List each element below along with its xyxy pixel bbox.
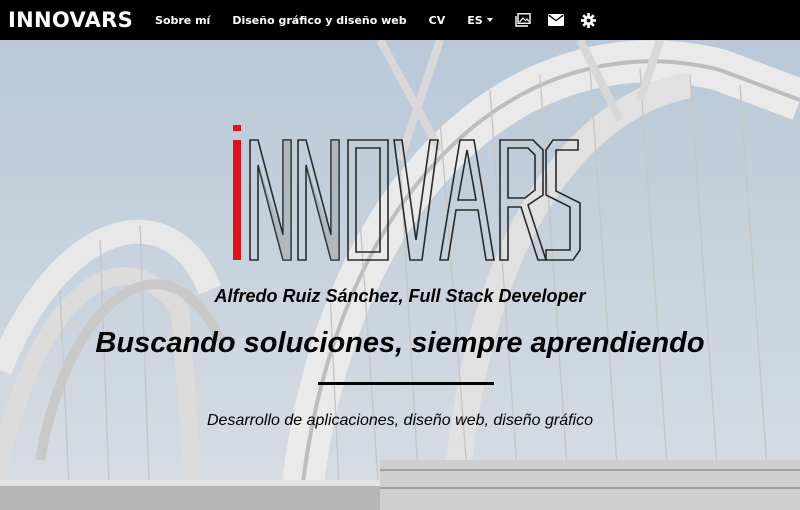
innovars-logo xyxy=(233,125,581,261)
divider-line xyxy=(318,382,494,385)
nav-link-design[interactable]: Diseño gráfico y diseño web xyxy=(232,14,406,27)
hero-subtitle: Alfredo Ruiz Sánchez, Full Stack Develop… xyxy=(214,286,586,306)
gear-icon[interactable] xyxy=(580,12,596,28)
hero-section: Alfredo Ruiz Sánchez, Full Stack Develop… xyxy=(0,40,800,510)
chevron-down-icon xyxy=(486,18,493,22)
envelope-icon[interactable] xyxy=(547,14,564,26)
gallery-icon[interactable] xyxy=(514,13,531,27)
hero-services: Desarrollo de aplicaciones, diseño web, … xyxy=(207,412,593,429)
nav-link-about[interactable]: Sobre mí xyxy=(155,14,210,27)
nav-link-cv[interactable]: CV xyxy=(429,14,446,27)
brand-logo[interactable]: INNOVARS xyxy=(8,8,133,32)
hero-tagline: Buscando soluciones, siempre aprendiendo xyxy=(95,327,705,359)
language-label: ES xyxy=(467,13,483,27)
language-dropdown[interactable]: ES xyxy=(467,13,493,27)
content-overlay: Alfredo Ruiz Sánchez, Full Stack Develop… xyxy=(0,40,800,510)
navbar: INNOVARS Sobre mí Diseño gráfico y diseñ… xyxy=(0,0,800,40)
